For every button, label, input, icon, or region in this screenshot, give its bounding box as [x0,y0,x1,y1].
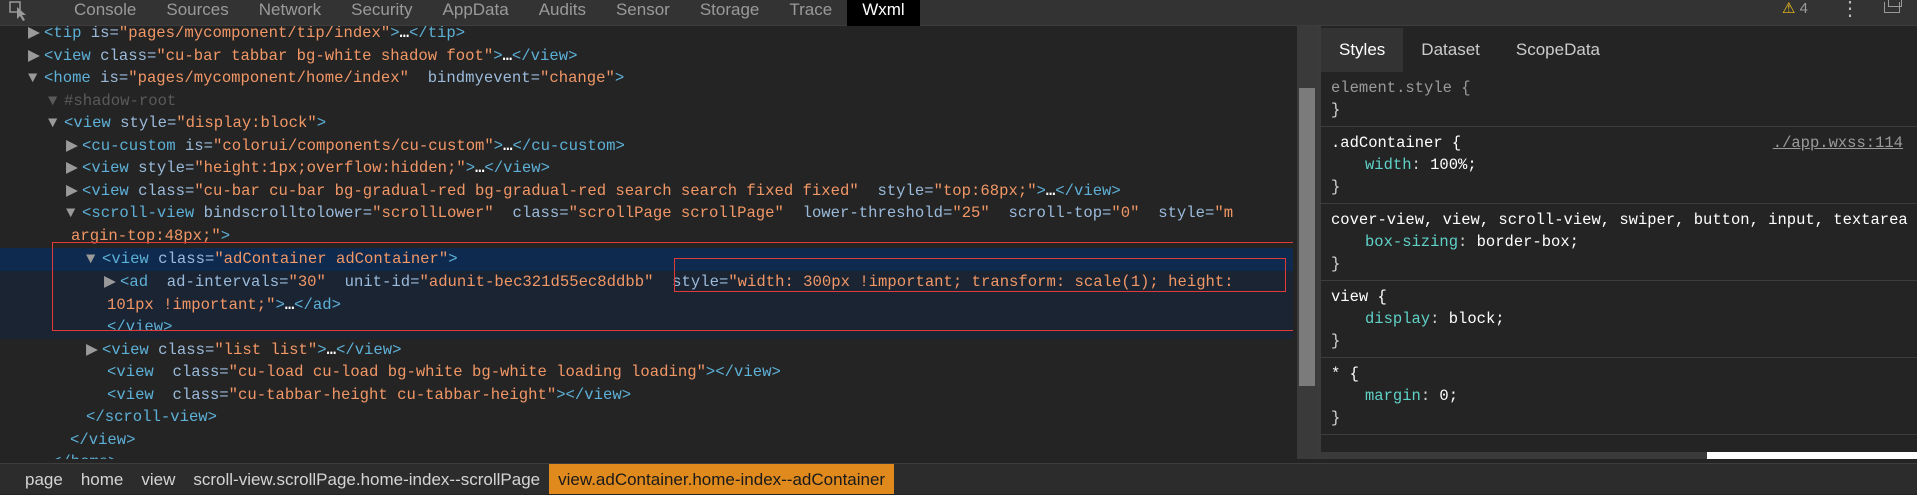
tab-console[interactable]: Console [59,0,151,26]
collapse-arrow-icon[interactable]: ▼ [28,67,44,90]
side-panel-tabs: Styles Dataset ScopeData [1321,28,1618,72]
style-rule-universal[interactable]: * { margin: 0; } [1321,358,1917,435]
tree-node-close-view[interactable]: </view> [0,316,1293,339]
rule-declaration[interactable]: display: block; [1331,308,1909,330]
collapse-arrow-icon[interactable]: ▼ [48,112,64,135]
rule-selector: cover-view, view, scroll-view, swiper, b… [1331,211,1908,229]
rule-selector: * { [1331,365,1359,383]
tab-dataset[interactable]: Dataset [1403,28,1498,72]
expand-arrow-icon[interactable]: ▶ [104,271,120,294]
collapse-arrow-icon[interactable]: ▼ [86,248,102,271]
tree-node-view-search[interactable]: ▶ <view class="cu-bar cu-bar bg-gradual-r… [0,180,1293,203]
tab-security[interactable]: Security [336,0,427,26]
tree-node-home[interactable]: ▼ <home is="pages/mycomponent/home/index"… [0,67,1293,90]
tree-node-close-view-block[interactable]: </view> [0,429,1293,452]
expand-arrow-icon[interactable]: ▶ [28,45,44,68]
more-options-button[interactable]: ⋮ [1840,0,1860,22]
expand-arrow-icon[interactable]: ▶ [66,135,82,158]
inspect-element-button[interactable] [8,0,44,26]
rule-source-link[interactable]: ./app.wxss:114 [1773,132,1903,154]
rule-close: } [1331,255,1341,273]
tree-node-tip[interactable]: ▶ <tip is="pages/mycomponent/tip/index">…… [0,26,1293,45]
tree-node-close-home[interactable]: </home> [0,451,1293,459]
rule-declaration[interactable]: box-sizing: border-box; [1331,231,1909,253]
style-rule-cover-view[interactable]: cover-view, view, scroll-view, swiper, b… [1321,204,1917,281]
tab-sensor[interactable]: Sensor [601,0,685,26]
breadcrumb-item-home[interactable]: home [72,464,133,494]
tab-styles[interactable]: Styles [1321,28,1404,72]
expand-arrow-icon[interactable]: ▶ [28,26,44,45]
warnings-counter[interactable]: ⚠ 4 [1782,0,1808,22]
breadcrumb-item-ad-container[interactable]: view.adContainer.home-index--adContainer [549,464,895,494]
rule-selector: element.style { [1331,79,1471,97]
tree-node-view-loading[interactable]: <view class="cu-load cu-load bg-white bg… [0,361,1293,384]
breadcrumb-item-view[interactable]: view [132,464,184,494]
expand-arrow-icon[interactable]: ▶ [66,157,82,180]
devtools-tabs: Console Sources Network Security AppData… [59,0,920,26]
undock-icon[interactable] [1884,0,1902,13]
tab-scopedata[interactable]: ScopeData [1498,28,1618,72]
tree-node-view-tabbar[interactable]: ▶ <view class="cu-bar tabbar bg-white sha… [0,45,1293,68]
tab-storage[interactable]: Storage [685,0,775,26]
style-rule-adcontainer[interactable]: .adContainer { ./app.wxss:114 width: 100… [1321,127,1917,204]
tree-node-view-tabbar-height[interactable]: <view class="cu-tabbar-height cu-tabbar-… [0,384,1293,407]
rule-close: } [1331,101,1341,119]
tree-node-ad-wrap[interactable]: 101px !important;">…</ad> [0,293,1293,316]
cursor-icon [9,1,26,21]
wxml-tree[interactable]: ▶ <tip is="pages/mycomponent/tip/index">…… [0,26,1293,459]
rule-selector: view { [1331,288,1387,306]
breadcrumb: page home view scroll-view.scrollPage.ho… [0,463,1917,494]
expand-arrow-icon[interactable]: ▶ [66,180,82,203]
collapse-arrow-icon[interactable]: ▼ [66,202,82,225]
tab-trace[interactable]: Trace [774,0,847,26]
rule-close: } [1331,409,1341,427]
style-rule-view[interactable]: view { display: block; } [1321,281,1917,358]
tree-node-shadow-root[interactable]: ▼ #shadow-root [0,90,1293,113]
rule-close: } [1331,332,1341,350]
expand-arrow-icon[interactable]: ▶ [86,339,102,362]
tab-appdata[interactable]: AppData [428,0,524,26]
tree-node-scroll-view[interactable]: ▼ <scroll-view bindscrolltolower="scrollL… [0,202,1293,225]
warning-triangle-icon: ⚠ [1782,0,1796,17]
tree-node-ad-container-selected[interactable]: ▼ <view class="adContainer adContainer"> [0,248,1293,271]
kebab-menu-icon: ⋮ [1840,0,1860,20]
rule-declaration[interactable]: margin: 0; [1331,385,1909,407]
rule-close: } [1331,178,1341,196]
tab-network[interactable]: Network [244,0,336,26]
styles-side-panel: Styles Dataset ScopeData element.style {… [1321,26,1917,459]
tree-node-view-block[interactable]: ▼ <view style="display:block"> [0,112,1293,135]
tree-node-close-scroll-view[interactable]: </scroll-view> [0,406,1293,429]
warning-count: 4 [1799,0,1808,17]
style-rules-list: element.style { } .adContainer { ./app.w… [1321,72,1917,435]
rule-declaration[interactable]: width: 100%; [1331,154,1909,176]
tab-wxml[interactable]: Wxml [847,0,920,26]
style-rule-element-style[interactable]: element.style { } [1321,72,1917,127]
tab-sources[interactable]: Sources [151,0,243,26]
tree-node-view-list[interactable]: ▶ <view class="list list">…</view> [0,339,1293,362]
tree-scrollbar-thumb[interactable] [1299,88,1315,386]
tree-node-ad[interactable]: ▶ <ad ad-intervals="30" unit-id="adunit-b… [0,271,1293,294]
tab-audits[interactable]: Audits [524,0,601,26]
collapse-arrow-icon[interactable]: ▼ [48,90,64,113]
styles-scrollbar-thumb[interactable] [1707,452,1917,459]
tree-node-scroll-view-wrap[interactable]: argin-top:48px;"> [0,225,1293,248]
devtools-toolbar: Console Sources Network Security AppData… [0,0,1917,26]
breadcrumb-item-scroll-view[interactable]: scroll-view.scrollPage.home-index--scrol… [184,464,549,494]
tree-node-cu-custom[interactable]: ▶ <cu-custom is="colorui/components/cu-cu… [0,135,1293,158]
tree-node-view-height[interactable]: ▶ <view style="height:1px;overflow:hidden… [0,157,1293,180]
breadcrumb-item-page[interactable]: page [0,464,72,494]
